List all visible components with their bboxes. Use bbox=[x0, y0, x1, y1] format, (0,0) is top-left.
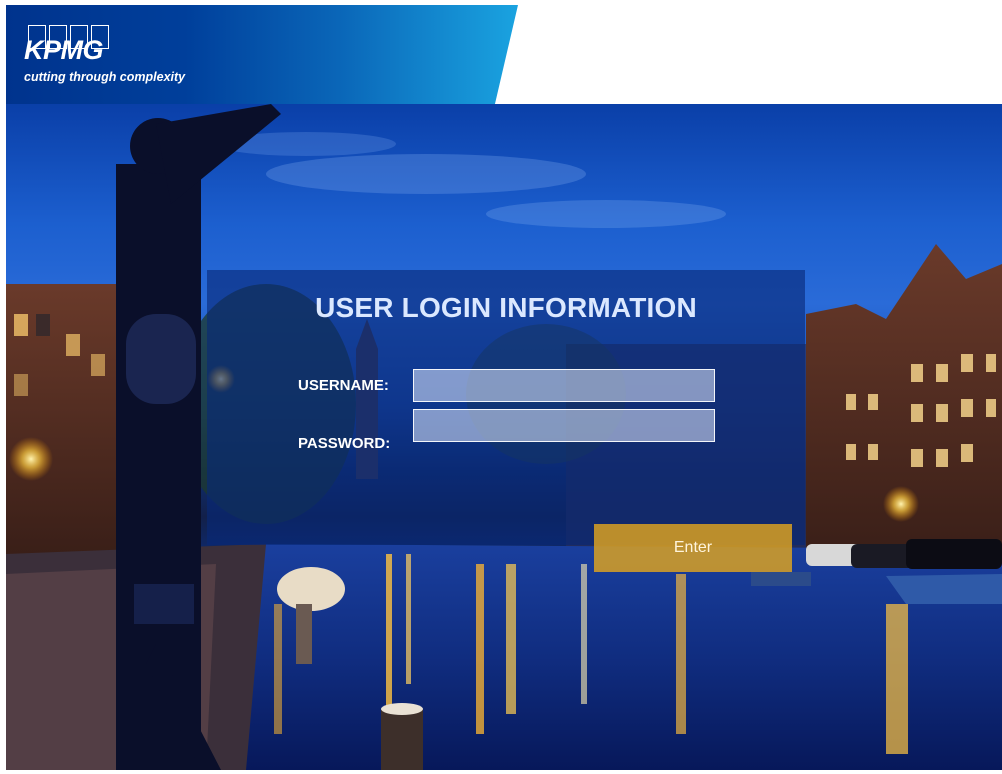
logo-tagline: cutting through complexity bbox=[24, 70, 186, 84]
header-brand-band: KPMG cutting through complexity bbox=[6, 5, 518, 104]
username-label: USERNAME: bbox=[298, 377, 389, 394]
login-panel: USER LOGIN INFORMATION USERNAME: PASSWOR… bbox=[207, 270, 805, 545]
login-title: USER LOGIN INFORMATION bbox=[315, 292, 697, 323]
enter-button[interactable]: Enter bbox=[594, 524, 792, 572]
login-page: KPMG cutting through complexity USER LOG… bbox=[0, 0, 1002, 774]
kpmg-logo: KPMG cutting through complexity bbox=[24, 25, 194, 95]
password-label: PASSWORD: bbox=[298, 435, 391, 452]
password-input[interactable] bbox=[413, 409, 715, 442]
logo-text: KPMG bbox=[24, 35, 104, 65]
header: KPMG cutting through complexity bbox=[6, 5, 1002, 104]
username-input[interactable] bbox=[413, 369, 715, 402]
